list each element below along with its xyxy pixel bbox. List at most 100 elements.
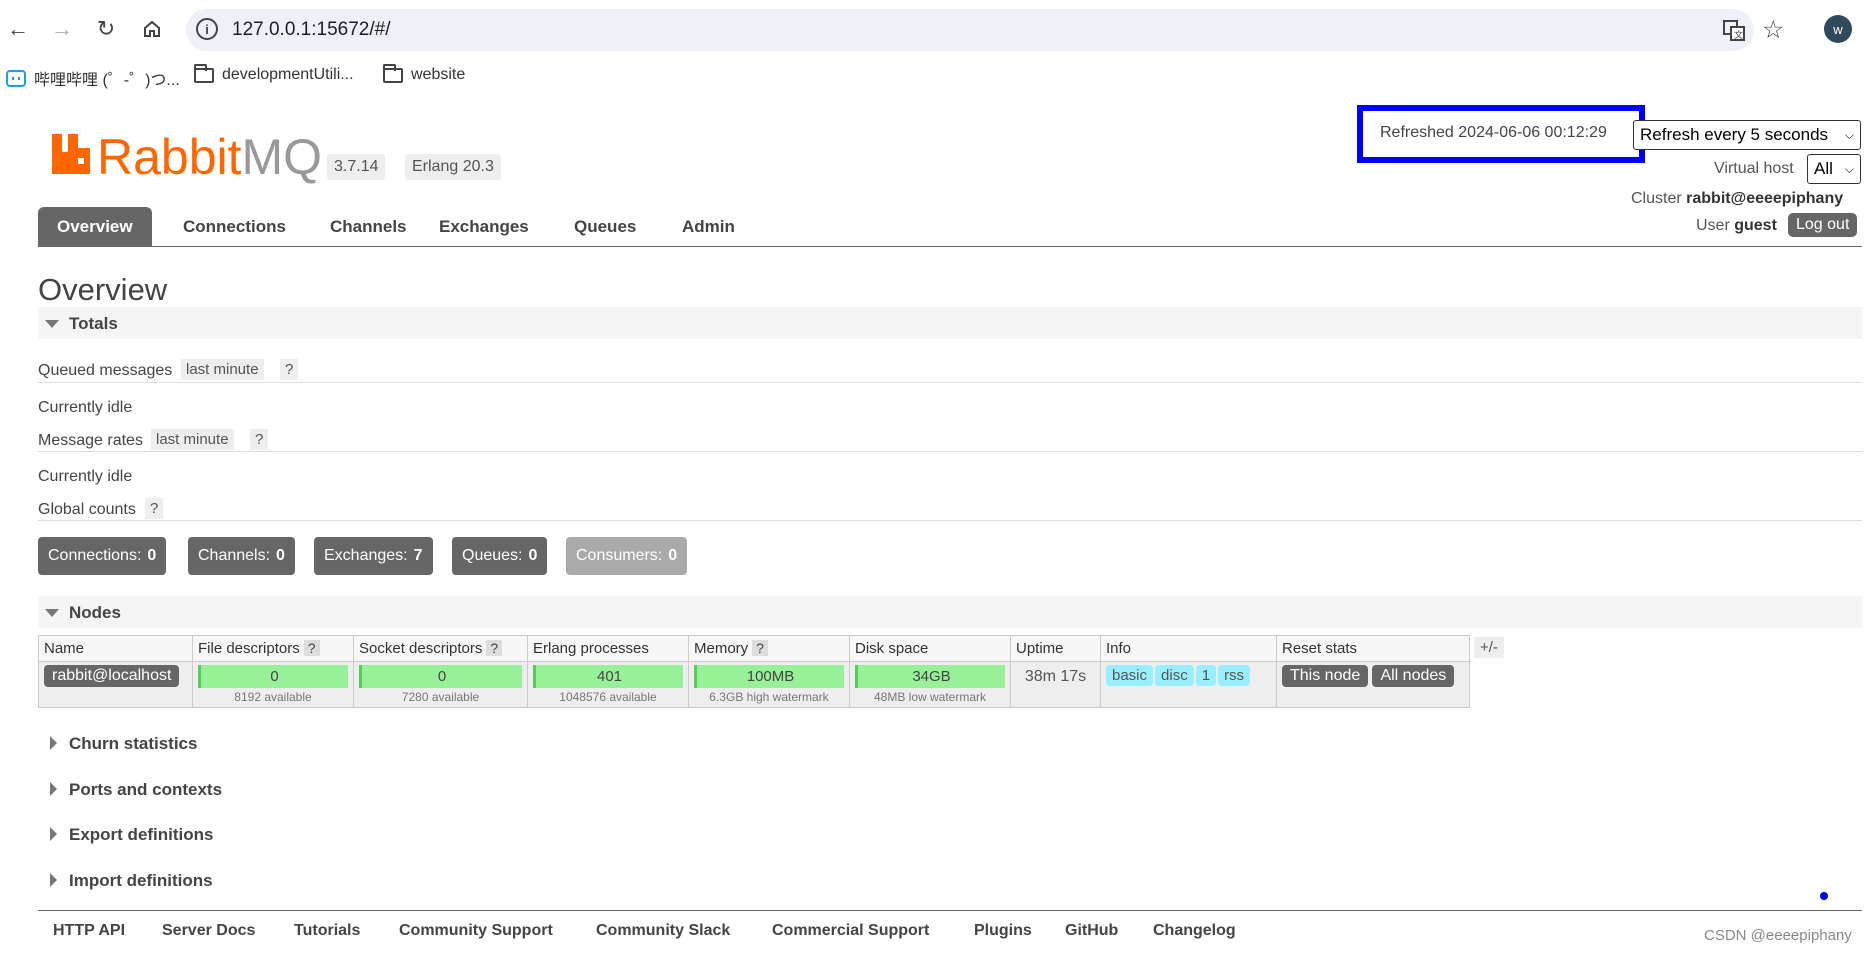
bookmarks-bar: 哔哩哔哩 (゜-゜)つ... developmentUtili... websi… xyxy=(0,62,1874,92)
col-erlang-processes: Erlang processes xyxy=(527,635,689,662)
address-bar[interactable] xyxy=(186,9,1754,51)
message-rates-label: Message rates xyxy=(38,432,143,449)
expanded-triangle-icon xyxy=(45,609,59,617)
export-definitions-section[interactable]: Export definitions xyxy=(69,825,214,845)
rates-range-toggle[interactable]: last minute xyxy=(151,429,234,450)
footer-changelog[interactable]: Changelog xyxy=(1153,922,1236,940)
erlang-badge: Erlang 20.3 xyxy=(405,154,501,180)
footer-community-slack[interactable]: Community Slack xyxy=(596,922,730,940)
footer-github[interactable]: GitHub xyxy=(1065,922,1118,940)
consumers-counter[interactable]: Consumers: 0 xyxy=(566,537,688,575)
refresh-select-value: Refresh every 5 seconds xyxy=(1640,125,1829,144)
footer-divider xyxy=(38,910,1862,911)
column-toggle-button[interactable]: +/- xyxy=(1474,637,1504,658)
help-button[interactable]: ? xyxy=(486,640,503,656)
site-info-icon[interactable]: i xyxy=(196,18,218,40)
tab-overview[interactable]: Overview xyxy=(38,207,152,246)
virtual-host-value: All xyxy=(1814,159,1833,178)
refresh-interval-select[interactable]: Refresh every 5 seconds ⌵ xyxy=(1633,120,1861,150)
nodes-section-header[interactable] xyxy=(38,596,1862,628)
memory-watermark: 6.3GB high watermark xyxy=(709,690,829,704)
bookmark-label: developmentUtili... xyxy=(222,66,354,83)
queued-help-button[interactable]: ? xyxy=(280,359,299,380)
tab-connections[interactable]: Connections xyxy=(164,207,305,246)
sd-available: 7280 available xyxy=(401,690,480,704)
reset-stats-cell: This node All nodes xyxy=(1276,661,1470,708)
churn-statistics-section[interactable]: Churn statistics xyxy=(69,734,197,754)
disk-cell: 34GB 48MB low watermark xyxy=(849,661,1011,708)
queued-idle-text: Currently idle xyxy=(38,399,133,416)
nodes-title: Nodes xyxy=(69,603,121,622)
rates-help-button[interactable]: ? xyxy=(250,429,269,450)
collapsed-triangle-icon xyxy=(50,827,57,841)
info-count: 1 xyxy=(1195,665,1217,686)
footer-commercial-support[interactable]: Commercial Support xyxy=(772,922,929,940)
footer-plugins[interactable]: Plugins xyxy=(974,922,1032,940)
connections-counter[interactable]: Connections: 0 xyxy=(38,537,167,575)
url-text[interactable]: 127.0.0.1:15672/#/ xyxy=(232,19,390,41)
queued-range-toggle[interactable]: last minute xyxy=(181,359,264,380)
info-rss: rss xyxy=(1218,665,1251,686)
reset-this-node-button[interactable]: This node xyxy=(1282,665,1369,687)
divider xyxy=(38,451,1862,452)
logout-button[interactable]: Log out xyxy=(1788,213,1858,237)
bookmark-star-icon[interactable]: ☆ xyxy=(1762,15,1784,45)
virtual-host-select[interactable]: All ⌵ xyxy=(1807,154,1861,184)
tab-exchanges[interactable]: Exchanges xyxy=(420,207,548,246)
table-header-row: Name File descriptors? Socket descriptor… xyxy=(38,635,1470,662)
user-name: guest xyxy=(1734,217,1777,234)
ports-contexts-section[interactable]: Ports and contexts xyxy=(69,780,222,800)
tab-channels[interactable]: Channels xyxy=(311,207,426,246)
ep-available: 1048576 available xyxy=(559,690,657,704)
bookmark-website[interactable]: website xyxy=(383,63,465,84)
help-button[interactable]: ? xyxy=(752,640,768,656)
channels-counter[interactable]: Channels: 0 xyxy=(188,537,295,575)
col-name: Name xyxy=(38,635,193,662)
queues-counter[interactable]: Queues: 0 xyxy=(452,537,548,575)
home-icon[interactable] xyxy=(134,11,170,47)
back-icon[interactable]: ← xyxy=(0,11,36,47)
chevron-down-icon: ⌵ xyxy=(1844,161,1854,176)
reset-all-nodes-button[interactable]: All nodes xyxy=(1372,665,1455,687)
ep-cell: 401 1048576 available xyxy=(527,661,689,708)
import-definitions-section[interactable]: Import definitions xyxy=(69,871,213,891)
info-basic: basic xyxy=(1106,665,1154,686)
col-info: Info xyxy=(1100,635,1277,662)
bookmark-development[interactable]: developmentUtili... xyxy=(194,63,354,84)
col-uptime: Uptime xyxy=(1010,635,1101,662)
tab-queues[interactable]: Queues xyxy=(555,207,655,246)
csdn-watermark: CSDN @eeeepiphany xyxy=(1704,927,1852,944)
tab-admin[interactable]: Admin xyxy=(663,207,754,246)
footer-http-api[interactable]: HTTP API xyxy=(53,922,125,940)
global-help-button[interactable]: ? xyxy=(145,498,164,519)
bookmark-bilibili[interactable]: 哔哩哔哩 (゜-゜)つ... xyxy=(6,66,180,90)
footer-tutorials[interactable]: Tutorials xyxy=(294,922,360,940)
reload-icon[interactable]: ↻ xyxy=(88,11,124,47)
fd-cell: 0 8192 available xyxy=(192,661,354,708)
sd-cell: 0 7280 available xyxy=(353,661,528,708)
ep-bar: 401 xyxy=(533,665,683,688)
translate-icon[interactable]: 文 xyxy=(1722,18,1746,47)
profile-avatar[interactable]: w xyxy=(1824,15,1852,43)
node-name-link[interactable]: rabbit@localhost xyxy=(44,665,180,687)
bookmark-label: 哔哩哔哩 (゜-゜)つ... xyxy=(34,72,180,89)
exchanges-counter[interactable]: Exchanges: 7 xyxy=(314,537,433,575)
refreshed-timestamp: Refreshed 2024-06-06 00:12:29 xyxy=(1380,124,1607,141)
nodes-table: Name File descriptors? Socket descriptor… xyxy=(38,635,1470,708)
version-badge: 3.7.14 xyxy=(327,154,386,180)
memory-bar: 100MB xyxy=(694,665,844,688)
page-title: Overview xyxy=(38,272,168,307)
help-button[interactable]: ? xyxy=(303,640,320,656)
footer-server-docs[interactable]: Server Docs xyxy=(162,922,255,940)
uptime-cell: 38m 17s xyxy=(1010,661,1101,708)
col-file-descriptors: File descriptors? xyxy=(192,635,354,662)
col-reset-stats: Reset stats xyxy=(1276,635,1470,662)
totals-section-header[interactable] xyxy=(38,307,1862,339)
collapsed-triangle-icon xyxy=(50,873,57,887)
expanded-triangle-icon xyxy=(45,320,59,328)
footer-community-support[interactable]: Community Support xyxy=(399,922,553,940)
forward-icon[interactable]: → xyxy=(44,11,80,47)
folder-icon xyxy=(383,63,403,83)
collapsed-triangle-icon xyxy=(50,782,57,796)
virtual-host-label: Virtual host xyxy=(1714,160,1794,177)
